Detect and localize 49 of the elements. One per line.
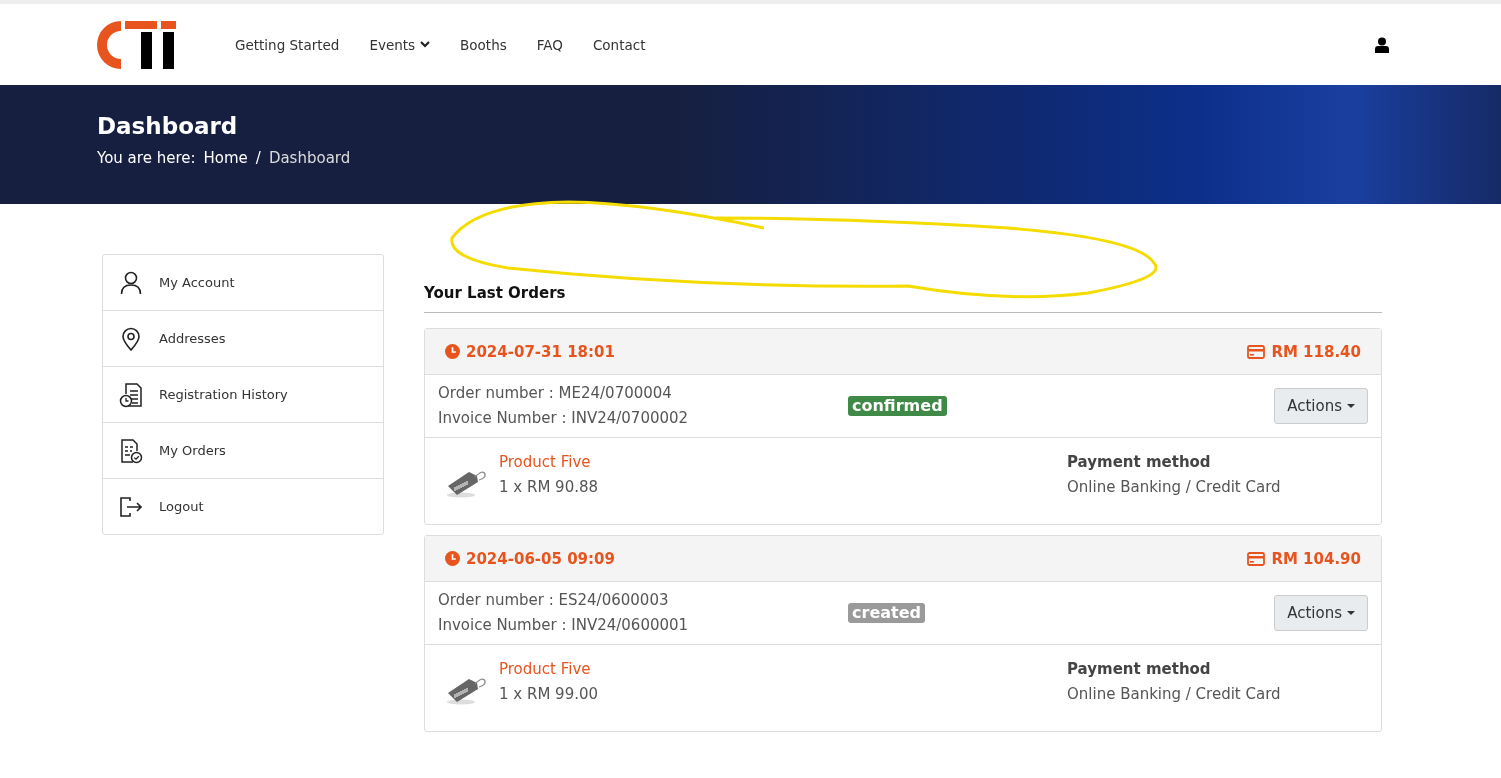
order-total: RM 118.40: [1271, 342, 1361, 361]
section-title: Your Last Orders: [424, 284, 1382, 313]
nav-link[interactable]: Events: [369, 36, 431, 53]
breadcrumb-link[interactable]: Dashboard: [268, 149, 351, 167]
sidebar-item[interactable]: Logout: [103, 478, 383, 534]
order-datetime: 2024-06-05 09:09: [466, 549, 615, 568]
payment-label: Payment method: [1067, 452, 1212, 473]
status-badge: confirmed: [848, 395, 947, 416]
nav-link[interactable]: FAQ: [536, 36, 563, 53]
person-icon: [119, 270, 143, 295]
credit-card-icon: [1247, 551, 1266, 566]
logout-icon: [119, 495, 143, 518]
caret-icon: [1347, 611, 1355, 615]
logo-drawing[interactable]: [97, 19, 177, 70]
payment-label: Payment method: [1067, 659, 1212, 680]
document-check-icon: [119, 437, 143, 464]
caret-icon: [1347, 404, 1355, 408]
order-datetime: 2024-07-31 18:01: [466, 342, 615, 361]
sidebar-item[interactable]: Registration History: [103, 366, 383, 422]
actions-dropdown-button[interactable]: Actions: [1274, 388, 1368, 424]
invoice-number: Invoice Number : INV24/0700002: [438, 408, 690, 429]
location-pin-icon: [119, 326, 143, 351]
payment-method: Online Banking / Credit Card: [1067, 684, 1281, 705]
sidebar-item[interactable]: Addresses: [103, 310, 383, 366]
status-badge: created: [848, 602, 925, 623]
credit-card-icon: [1247, 344, 1266, 359]
product-link[interactable]: Product Five: [499, 453, 591, 471]
nav-link[interactable]: Booths: [460, 36, 507, 53]
sidebar-item[interactable]: My Orders: [103, 422, 383, 478]
breadcrumb-link[interactable]: Home: [203, 149, 248, 167]
order-number: Order number : ES24/0600003: [438, 590, 670, 611]
user-icon[interactable]: [1375, 36, 1389, 53]
document-clock-icon: [119, 381, 143, 408]
product-link[interactable]: Product Five: [499, 660, 591, 678]
nav-link[interactable]: Contact: [592, 36, 646, 53]
quantity-price: 1 x RM 90.88: [499, 477, 600, 498]
invoice-number: Invoice Number : INV24/0600001: [438, 615, 690, 636]
quantity-price: 1 x RM 99.00: [499, 684, 600, 705]
page-title: Dashboard: [97, 113, 239, 139]
nav-link[interactable]: Getting Started: [235, 36, 340, 53]
breadcrumb-separator: /: [255, 149, 261, 167]
sidebar-item[interactable]: My Account: [103, 255, 383, 310]
payment-method: Online Banking / Credit Card: [1067, 477, 1281, 498]
actions-dropdown-button[interactable]: Actions: [1274, 595, 1368, 631]
order-total: RM 104.90: [1271, 549, 1361, 568]
breadcrumb-prefix: You are here:: [97, 149, 196, 167]
clock-icon: [445, 551, 460, 566]
clock-icon: [445, 344, 460, 359]
order-number: Order number : ME24/0700004: [438, 383, 673, 404]
